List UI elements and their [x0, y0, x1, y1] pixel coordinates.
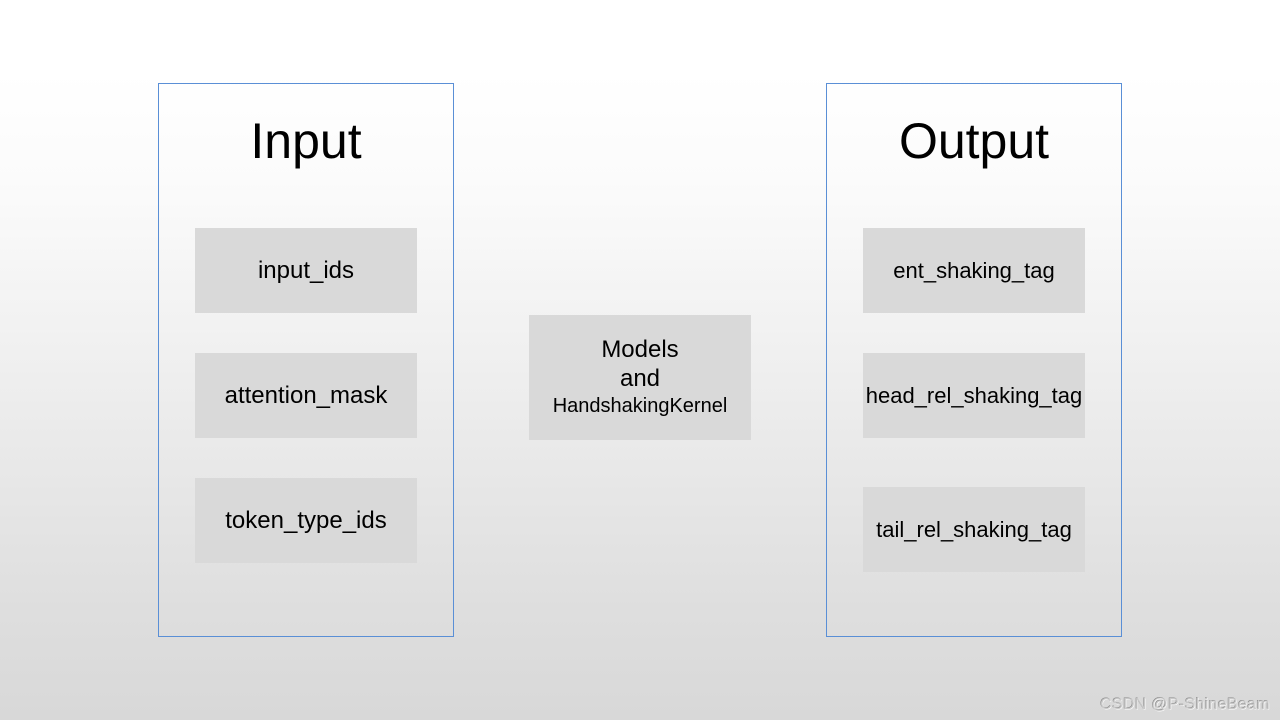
- watermark: CSDN @P-ShineBeam: [1100, 696, 1270, 714]
- center-line-3: HandshakingKernel: [553, 394, 728, 418]
- item-token-type-ids: token_type_ids: [195, 478, 417, 563]
- item-ent-shaking-tag: ent_shaking_tag: [863, 228, 1085, 313]
- item-tail-rel-shaking-tag: tail_rel_shaking_tag: [863, 487, 1085, 572]
- center-line-2: and: [620, 365, 660, 394]
- input-panel: Input input_ids attention_mask token_typ…: [158, 83, 454, 637]
- item-head-rel-shaking-tag: head_rel_shaking_tag: [863, 353, 1085, 438]
- center-line-1: Models: [601, 336, 678, 365]
- input-title: Input: [250, 112, 361, 170]
- output-items: ent_shaking_tag head_rel_shaking_tag tai…: [863, 228, 1085, 572]
- models-kernel-box: Models and HandshakingKernel: [529, 315, 751, 440]
- diagram-container: Input input_ids attention_mask token_typ…: [0, 0, 1280, 720]
- output-panel: Output ent_shaking_tag head_rel_shaking_…: [826, 83, 1122, 637]
- output-title: Output: [899, 112, 1049, 170]
- item-input-ids: input_ids: [195, 228, 417, 313]
- item-attention-mask: attention_mask: [195, 353, 417, 438]
- input-items: input_ids attention_mask token_type_ids: [195, 228, 417, 563]
- center-column: Models and HandshakingKernel: [529, 83, 751, 637]
